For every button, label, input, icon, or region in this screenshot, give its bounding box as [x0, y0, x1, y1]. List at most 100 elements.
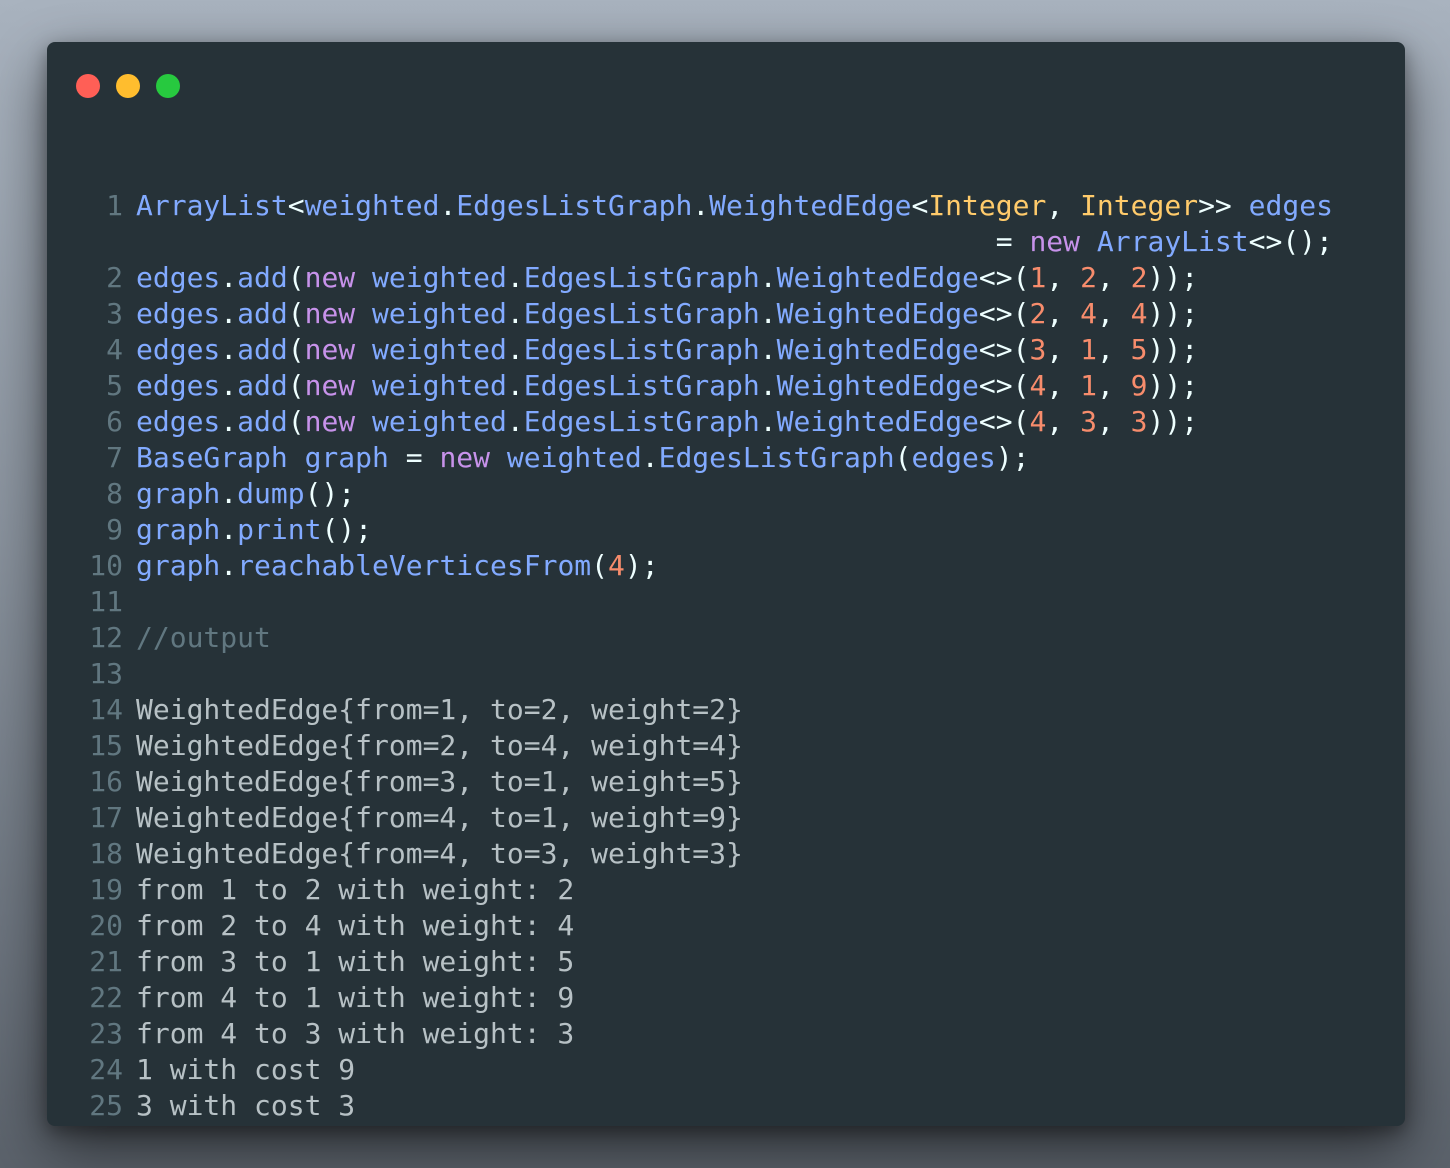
code-token: EdgesListGraph: [658, 441, 895, 474]
code-token: BaseGraph graph: [136, 441, 406, 474]
code-token: 3 with cost 3: [136, 1089, 356, 1122]
code-token: ));: [1147, 297, 1199, 330]
code-token: new: [304, 297, 356, 330]
line-number: 23: [89, 1017, 123, 1050]
code-token: print: [237, 513, 322, 546]
code-token: WeightedEdge{from=4, to=1, weight=9}: [136, 801, 743, 834]
code-token: new: [439, 441, 491, 474]
code-line: 17 WeightedEdge{from=4, to=1, weight=9}: [87, 800, 1333, 836]
code-token: WeightedEdge{from=2, to=4, weight=4}: [136, 729, 743, 762]
code-token: 4: [608, 549, 625, 582]
line-number: 1: [106, 189, 123, 222]
code-line: 21 from 3 to 1 with weight: 5: [87, 944, 1333, 980]
line-number: 12: [89, 621, 123, 654]
code-token: (: [591, 549, 609, 582]
code-token: .: [759, 333, 777, 366]
code-token: .: [641, 441, 659, 474]
code-line: 24 1 with cost 9: [87, 1052, 1333, 1088]
code-token: EdgesListGraph: [523, 369, 760, 402]
code-token: 2: [1130, 261, 1148, 294]
code-token: ,: [1046, 333, 1081, 366]
code-token: ();: [304, 477, 356, 510]
code-token: WeightedEdge: [776, 405, 979, 438]
code-token: .: [220, 297, 238, 330]
line-number: 6: [106, 405, 123, 438]
code-token: weighted: [372, 405, 507, 438]
code-token: ,: [1096, 405, 1131, 438]
code-token: <>(: [978, 369, 1030, 402]
code-token: );: [995, 441, 1030, 474]
code-token: weighted: [372, 333, 507, 366]
code-token: 4: [1029, 369, 1047, 402]
code-token: new: [304, 333, 356, 366]
code-token: <>(: [978, 333, 1030, 366]
line-number: 21: [89, 945, 123, 978]
code-token: dump: [237, 477, 305, 510]
code-line: 16 WeightedEdge{from=3, to=1, weight=5}: [87, 764, 1333, 800]
code-token: 5: [1130, 333, 1148, 366]
line-number: 3: [106, 297, 123, 330]
code-token: new: [304, 405, 356, 438]
code-token: (: [287, 261, 305, 294]
code-token: WeightedEdge{from=1, to=2, weight=2}: [136, 693, 743, 726]
code-token: weighted: [372, 261, 507, 294]
code-line: 23 from 4 to 3 with weight: 3: [87, 1016, 1333, 1052]
code-token: 9: [1130, 369, 1148, 402]
code-token: EdgesListGraph: [523, 261, 760, 294]
code-token: edges: [911, 441, 996, 474]
code-line: 19 from 1 to 2 with weight: 2: [87, 872, 1333, 908]
code-token: Integer: [928, 189, 1047, 222]
code-token: );: [624, 549, 659, 582]
code-token: edges: [136, 297, 221, 330]
code-token: reachableVerticesFrom: [237, 549, 592, 582]
code-token: .: [220, 261, 238, 294]
code-line: 14 WeightedEdge{from=1, to=2, weight=2}: [87, 692, 1333, 728]
line-number: 10: [89, 549, 123, 582]
code-block: 1 ArrayList<weighted.EdgesListGraph.Weigh…: [87, 188, 1333, 1124]
code-token: .: [759, 297, 777, 330]
code-token: WeightedEdge: [776, 333, 979, 366]
code-token: add: [237, 333, 288, 366]
code-token: 2: [1080, 261, 1097, 294]
code-token: WeightedEdge{from=4, to=3, weight=3}: [136, 837, 743, 870]
code-token: (: [287, 333, 305, 366]
code-token: .: [220, 513, 238, 546]
code-token: edges: [136, 333, 221, 366]
minimize-window-button[interactable]: [116, 74, 140, 98]
line-number: 22: [89, 981, 123, 1014]
close-window-button[interactable]: [76, 74, 100, 98]
line-number: 14: [89, 693, 123, 726]
code-token: .: [439, 189, 457, 222]
code-token: from 3 to 1 with weight: 5: [136, 945, 575, 978]
code-line: 20 from 2 to 4 with weight: 4: [87, 908, 1333, 944]
code-line: 22 from 4 to 1 with weight: 9: [87, 980, 1333, 1016]
code-line: 10 graph.reachableVerticesFrom(4);: [87, 548, 1333, 584]
code-token: (: [287, 369, 305, 402]
code-token: from 1 to 2 with weight: 2: [136, 873, 575, 906]
code-token: weighted: [506, 441, 642, 474]
line-number: 7: [106, 441, 123, 474]
code-token: WeightedEdge: [776, 297, 979, 330]
code-token: ));: [1147, 333, 1199, 366]
code-token: 1: [1080, 333, 1097, 366]
code-token: .: [506, 333, 524, 366]
code-token: 1: [1080, 369, 1097, 402]
code-token: ,: [1096, 369, 1131, 402]
code-token: 2: [1029, 297, 1047, 330]
code-token: <>();: [1248, 225, 1333, 258]
code-token: .: [506, 261, 524, 294]
code-token: <>(: [978, 297, 1030, 330]
code-token: weighted: [304, 189, 440, 222]
code-line: 5 edges.add(new weighted.EdgesListGraph.W…: [87, 368, 1333, 404]
maximize-window-button[interactable]: [156, 74, 180, 98]
code-token: ,: [1046, 189, 1081, 222]
code-token: 3: [1130, 405, 1148, 438]
code-token: .: [692, 189, 710, 222]
code-token: new: [304, 261, 356, 294]
code-token: ));: [1147, 369, 1199, 402]
code-token: add: [237, 261, 288, 294]
code-token: .: [759, 369, 777, 402]
